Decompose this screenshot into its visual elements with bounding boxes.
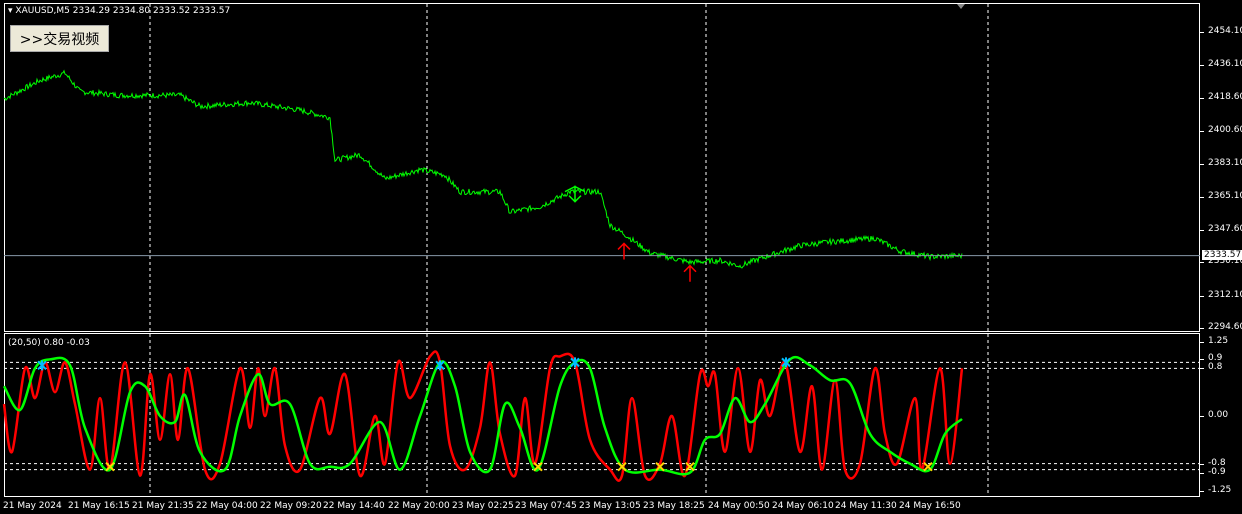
trading-chart-window: ▾ XAUUSD,M5 2334.29 2334.80 2333.52 2333… (0, 0, 1242, 514)
oscillator-axis-label: 0.8 (1208, 362, 1223, 373)
time-axis-label: 23 May 13:05 (579, 501, 641, 511)
buy-arrow-icon (617, 242, 631, 260)
dropdown-icon[interactable]: ▾ (8, 6, 13, 16)
time-axis-label: 21 May 2024 (3, 501, 62, 511)
chart-plot (2, 4, 1200, 496)
time-axis-label: 24 May 16:50 (899, 501, 961, 511)
price-axis-label: 2400.60 (1208, 125, 1242, 136)
axis-tick (1200, 97, 1204, 99)
symbol-label: XAUUSD,M5 (15, 6, 70, 16)
axis-tick (1200, 65, 1204, 67)
axis-tick (1200, 416, 1204, 417)
axis-tick (1200, 262, 1204, 264)
star-marker-icon (570, 357, 580, 368)
price-series-line (3, 69, 963, 269)
axis-tick (1200, 359, 1204, 361)
time-axis-label: 22 May 20:00 (388, 501, 450, 511)
time-axis-label: 22 May 09:20 (260, 501, 322, 511)
oscillator-axis-label: -1.25 (1208, 484, 1232, 495)
axis-tick (1200, 229, 1204, 231)
axis-tick (1200, 463, 1204, 465)
price-axis-label: 2454.10 (1208, 26, 1242, 36)
axis-tick (1200, 163, 1204, 165)
oscillator-axis-label: 1.25 (1208, 335, 1229, 346)
axis-tick (1200, 368, 1204, 370)
chart-shift-icon (957, 4, 965, 9)
time-axis-label: 23 May 18:25 (643, 501, 705, 511)
price-axis-label: 2418.60 (1208, 91, 1242, 102)
oscillator-header: (20,50) 0.80 -0.03 (8, 338, 90, 348)
time-axis-label: 23 May 07:45 (515, 501, 577, 511)
axis-tick (1200, 197, 1204, 199)
time-axis-label: 22 May 04:00 (196, 501, 258, 511)
trading-video-button[interactable]: >>交易视频 (10, 25, 109, 52)
time-axis-label: 24 May 06:10 (772, 501, 834, 511)
ohlc-values: 2334.29 2334.80 2333.52 2333.57 (72, 6, 231, 16)
price-axis-label: 2436.10 (1208, 59, 1242, 70)
price-axis-label: 2365.10 (1208, 191, 1242, 202)
current-price-label: 2333.57 (1202, 250, 1242, 260)
axis-tick (1200, 131, 1204, 133)
chart-header: ▾ XAUUSD,M5 2334.29 2334.80 2333.52 2333… (8, 6, 230, 16)
time-axis-label: 21 May 16:15 (68, 501, 130, 511)
price-axis-label: 2383.10 (1208, 157, 1242, 168)
buy-arrow-icon (683, 264, 697, 282)
time-axis-label: 24 May 00:50 (708, 501, 770, 511)
axis-tick (1200, 472, 1204, 474)
star-marker-icon (37, 360, 47, 371)
price-axis-label: 2312.10 (1208, 289, 1242, 300)
time-axis-label: 21 May 21:35 (132, 501, 194, 511)
time-axis-label: 22 May 14:40 (323, 501, 385, 511)
axis-tick (1200, 490, 1204, 492)
axis-tick (1200, 341, 1204, 343)
oscillator-axis-label: -0.9 (1208, 466, 1226, 477)
time-axis-label: 23 May 02:25 (452, 501, 514, 511)
price-axis-label: 2347.60 (1208, 223, 1242, 234)
axis-tick (1200, 295, 1204, 297)
oscillator-axis-label: 0.00 (1208, 410, 1229, 420)
price-axis-label: 2294.60 (1208, 322, 1242, 332)
axis-tick (1200, 328, 1204, 329)
time-axis-label: 24 May 11:30 (835, 501, 897, 511)
axis-tick (1200, 32, 1204, 33)
